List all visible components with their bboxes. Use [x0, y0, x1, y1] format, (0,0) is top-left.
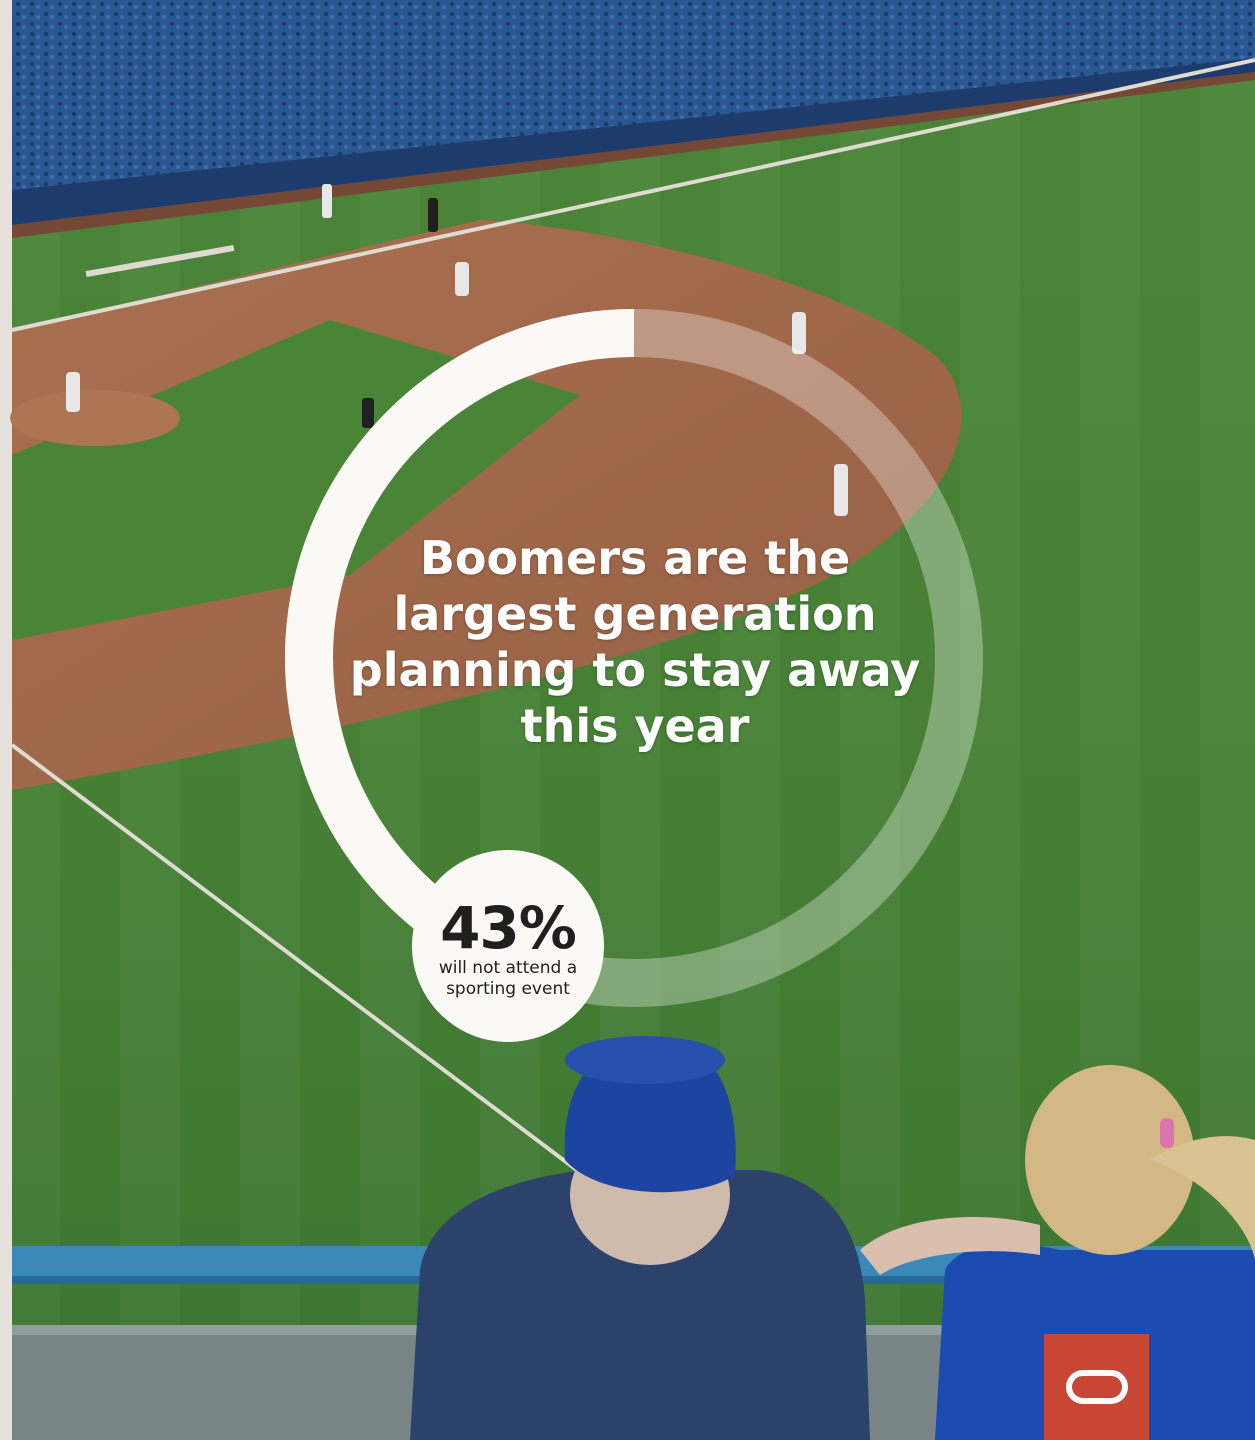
stat-caption: will not attend a sporting event [438, 958, 578, 999]
oracle-logo-icon [1065, 1370, 1128, 1404]
infographic-page: Boomers are the largest generation plann… [0, 0, 1255, 1440]
stat-value: 43% [440, 894, 577, 962]
stat-bubble: 43% will not attend a sporting event [412, 850, 604, 1042]
brand-logo-tile [1044, 1334, 1149, 1440]
headline: Boomers are the largest generation plann… [349, 531, 921, 753]
